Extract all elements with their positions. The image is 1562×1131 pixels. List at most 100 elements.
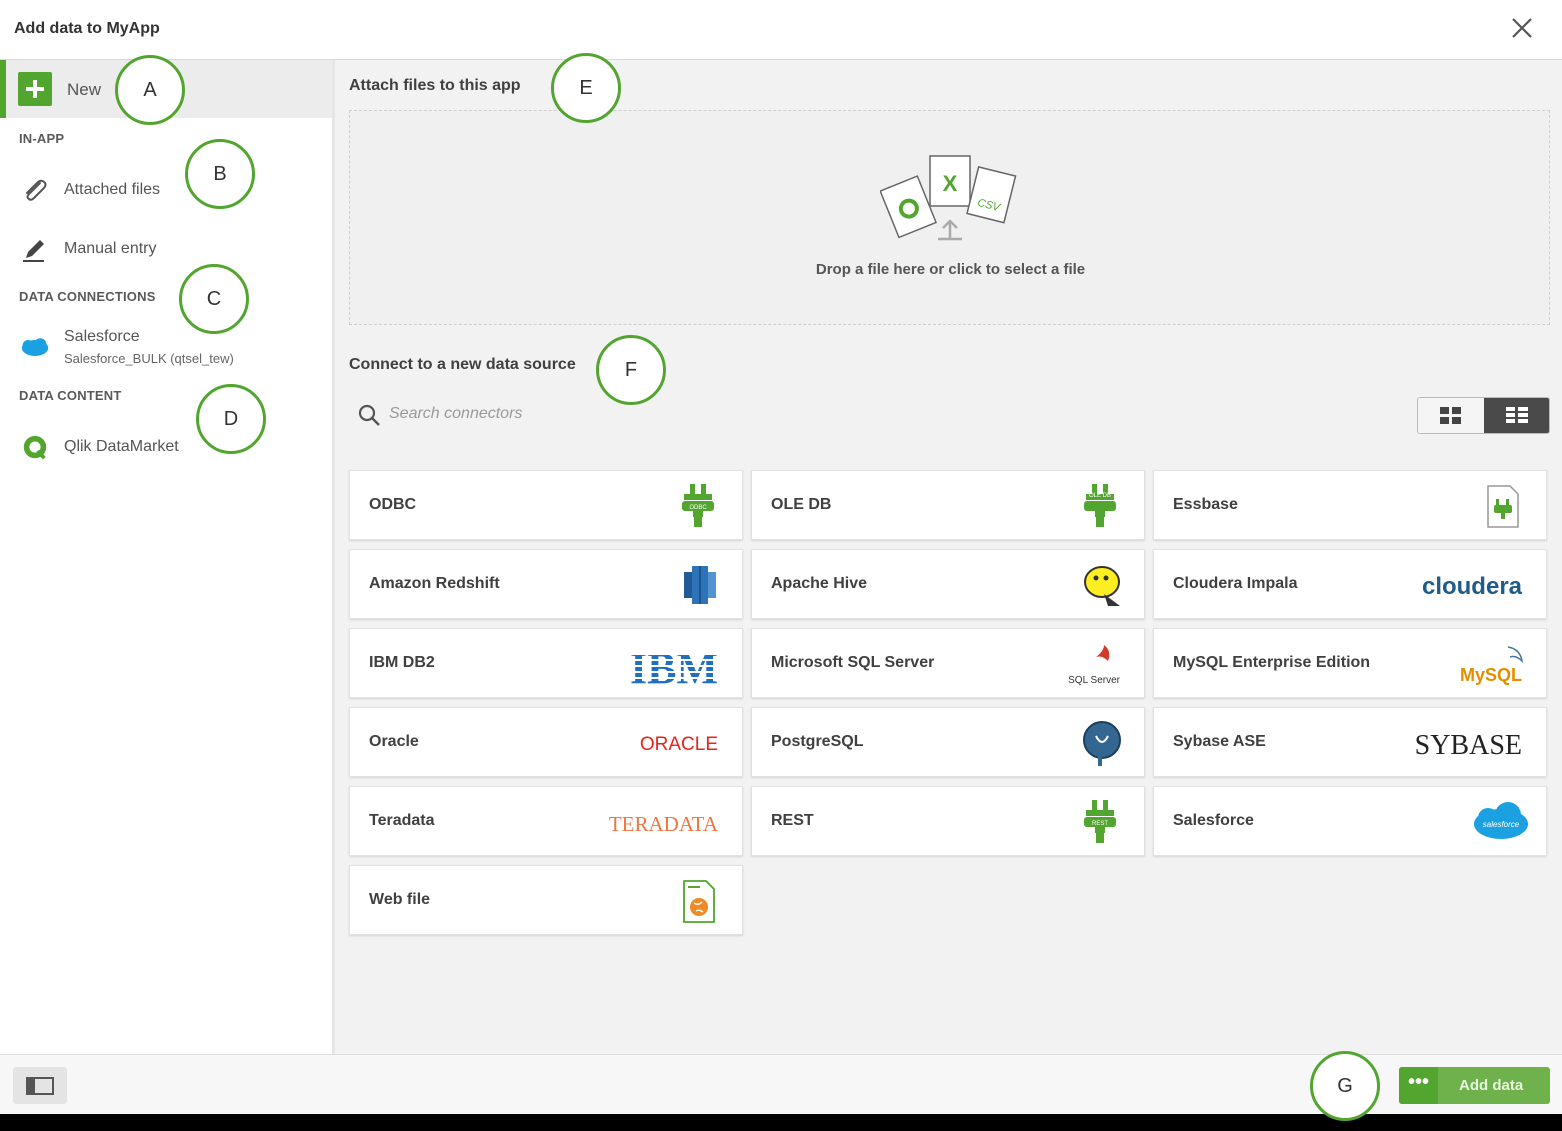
file-dropzone[interactable]: X CSV Drop a file here or click to selec… [349,110,1550,325]
sidebar-item-label: New [67,80,102,99]
dialog-header: Add data to MyApp [0,0,1562,60]
main-panel: Attach files to this app X CSV Drop a fi… [335,60,1562,1054]
connector-name: Teradata [369,812,435,829]
callout-c: C [179,264,249,334]
oracle-logo: ORACLE [640,734,718,755]
search-input[interactable] [389,405,739,423]
connector-card-postgresql[interactable]: PostgreSQL [751,707,1145,777]
qlik-datamarket-icon [23,435,47,460]
plug-icon: OLE DB [1084,484,1116,527]
close-icon[interactable] [1510,16,1534,40]
connector-card-ole-db[interactable]: OLE DB OLE DB [751,470,1145,540]
callout-f: F [596,335,666,405]
postgresql-icon [1083,721,1121,766]
web-file-icon [683,880,715,923]
list-grid-view-button[interactable] [1484,398,1549,433]
plug-icon: ODBC [682,484,714,527]
paperclip-icon [26,179,47,201]
grid-view-button[interactable] [1418,398,1484,433]
sidebar-item-attached-files[interactable]: Attached files [0,167,332,211]
svg-text:OLE DB: OLE DB [1089,493,1111,499]
sidebar-toggle-icon [26,1077,54,1095]
svg-text:cloudera: cloudera [1422,573,1523,600]
connector-name: Essbase [1173,496,1238,513]
callout-a: A [115,55,185,125]
plus-icon [18,72,52,106]
connector-card-ibm-db2[interactable]: IBM DB2 IBM [349,628,743,698]
sybase-logo: SYBASE [1415,730,1522,761]
toggle-sidebar-button[interactable] [13,1067,67,1104]
teradata-logo: TERADATA [609,812,719,836]
sidebar-item-label: Manual entry [64,240,157,257]
connect-heading: Connect to a new data source [349,356,576,373]
search-bar [349,395,749,435]
connector-name: PostgreSQL [771,733,864,750]
connection-detail: Salesforce_BULK (qtsel_tew) [64,351,234,366]
sidebar: New IN-APP Attached files Manual entry D… [0,60,335,1054]
hive-icon [1084,566,1120,606]
connector-card-mysql-enterprise-edition[interactable]: MySQL Enterprise Edition MySQL [1153,628,1547,698]
connector-card-amazon-redshift[interactable]: Amazon Redshift [349,549,743,619]
svg-text:salesforce: salesforce [1483,820,1520,829]
svg-text:MySQL: MySQL [1460,665,1522,685]
sidebar-item-manual-entry[interactable]: Manual entry [0,226,332,270]
section-header-in-app: IN-APP [19,131,65,146]
connector-name: IBM DB2 [369,654,435,671]
plug-icon: REST [1084,800,1116,843]
add-data-dialog: Add data to MyApp New IN-APP Attached fi… [0,0,1562,1121]
svg-text:REST: REST [1092,821,1108,827]
connector-card-salesforce[interactable]: Salesforce salesforce [1153,786,1547,856]
connection-name: Salesforce [64,328,140,345]
cloudera-logo: cloudera [1422,573,1523,600]
connector-name: OLE DB [771,496,832,513]
connector-name: Sybase ASE [1173,733,1266,750]
svg-text:X: X [943,171,958,196]
search-icon [358,404,380,426]
callout-g: G [1310,1051,1380,1121]
sidebar-item-qlik-datamarket[interactable]: Qlik DataMarket [0,424,332,468]
connector-card-odbc[interactable]: ODBC ODBC [349,470,743,540]
svg-text:ODBC: ODBC [689,505,707,511]
attach-files-heading: Attach files to this app [349,77,521,94]
section-header-data-connections: DATA CONNECTIONS [19,289,156,304]
salesforce-logo: salesforce [1474,802,1528,839]
add-data-label: Add data [1459,1077,1524,1094]
connector-card-teradata[interactable]: Teradata TERADATA [349,786,743,856]
salesforce-logo [21,338,49,356]
connector-name: Salesforce [1173,812,1254,829]
connector-name: REST [771,812,814,829]
connector-card-cloudera-impala[interactable]: Cloudera Impala cloudera [1153,549,1547,619]
list-grid-icon [1506,407,1528,423]
connector-card-microsoft-sql-server[interactable]: Microsoft SQL Server SQL Server [751,628,1145,698]
connector-card-rest[interactable]: REST REST [751,786,1145,856]
plug-doc-icon [1487,485,1519,528]
connector-card-oracle[interactable]: Oracle ORACLE [349,707,743,777]
connector-name: Apache Hive [771,575,868,592]
dialog-title: Add data to MyApp [14,20,160,37]
ibm-logo: IBM [606,644,726,689]
connector-name: Amazon Redshift [369,575,500,592]
connector-name: MySQL Enterprise Edition [1173,654,1371,671]
connector-name: Microsoft SQL Server [771,654,935,671]
connector-name: Web file [369,891,431,908]
callout-b: B [185,139,255,209]
more-options-icon[interactable]: ••• [1399,1067,1438,1104]
connector-card-apache-hive[interactable]: Apache Hive [751,549,1145,619]
svg-text:TERADATA: TERADATA [609,812,719,836]
sidebar-item-salesforce[interactable]: Salesforce Salesforce_BULK (qtsel_tew) [0,322,332,372]
connector-card-essbase[interactable]: Essbase [1153,470,1547,540]
sidebar-item-label: Attached files [64,181,161,198]
connector-name: Oracle [369,733,419,750]
connector-card-web-file[interactable]: Web file [349,865,743,935]
connector-name: ODBC [369,496,417,513]
connector-name: Cloudera Impala [1173,575,1298,592]
sqlserver-logo: SQL Server [1068,645,1121,686]
file-types-icon: X CSV [880,155,1017,241]
connector-card-sybase-ase[interactable]: Sybase ASE SYBASE [1153,707,1547,777]
mysql-logo: MySQL [1460,646,1524,685]
view-toggle [1417,397,1550,434]
dropzone-text: Drop a file here or click to select a fi… [815,261,1086,278]
add-data-button[interactable]: ••• Add data [1399,1067,1550,1104]
svg-text:SQL Server: SQL Server [1068,675,1121,686]
grid-icon [1440,407,1461,424]
